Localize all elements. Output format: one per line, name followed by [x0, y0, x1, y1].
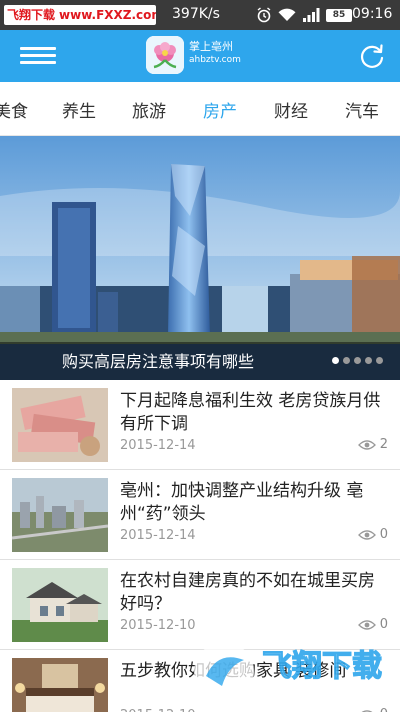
news-list-item[interactable]: 下月起降息福利生效 老房贷族月供有所下调 2015-12-14 2 [0, 380, 400, 470]
tab-health[interactable]: 养生 [62, 97, 96, 122]
signal-icon [303, 8, 320, 22]
battery-icon: 85 [326, 8, 352, 22]
pagination-dot[interactable] [343, 357, 350, 364]
refresh-icon [360, 44, 384, 68]
news-date: 2015-12-10 [120, 618, 196, 633]
tab-food[interactable]: 美食 [0, 97, 28, 122]
refresh-button[interactable] [358, 42, 386, 70]
eye-icon [360, 709, 373, 712]
banner-pagination [332, 357, 383, 364]
news-list-item[interactable]: 亳州：加快调整产业结构升级 亳州“药”领头 2015-12-14 0 [0, 470, 400, 560]
menu-icon-bar [20, 61, 56, 64]
eye-icon [357, 619, 376, 630]
menu-button[interactable] [20, 43, 56, 69]
view-count-value: 0 [379, 527, 388, 542]
app-logo: 掌上亳州 ahbztv.com [146, 36, 256, 76]
pagination-dot[interactable] [332, 357, 339, 364]
site-logo-url: www.FXXZ.com [59, 8, 156, 22]
pagination-dot[interactable] [365, 357, 372, 364]
news-date: 2015-12-14 [120, 528, 196, 543]
featured-banner[interactable]: 购买高层房注意事项有哪些 [0, 136, 400, 380]
news-thumbnail-money [12, 388, 108, 462]
svg-text:飞翔下载: 飞翔下载 [262, 649, 382, 684]
pagination-dot[interactable] [376, 357, 383, 364]
app-logo-title: 掌上亳州 [189, 40, 233, 53]
app-logo-url: ahbztv.com [189, 55, 241, 65]
network-speed: 397K/s [172, 6, 220, 22]
view-count: 0 [357, 527, 388, 542]
eye-icon [357, 439, 376, 450]
news-title: 亳州：加快调整产业结构升级 亳州“药”领头 [120, 481, 364, 524]
view-count: 0 [357, 617, 388, 632]
status-icons: 85 [256, 7, 352, 23]
tab-finance[interactable]: 财经 [274, 97, 308, 122]
tab-real-estate[interactable]: 房产 [203, 97, 237, 122]
status-bar: 飞翔下载 www.FXXZ.com 397K/s 85 09:16 [0, 0, 400, 30]
news-title: 下月起降息福利生效 老房贷族月供有所下调 [120, 391, 381, 434]
news-date: 2015-12-14 [120, 438, 196, 453]
menu-icon-bar [20, 47, 56, 50]
news-thumbnail-bedroom [12, 658, 108, 712]
news-date: 2015-12-10 [120, 708, 196, 712]
alarm-icon [257, 7, 271, 23]
svg-text:www.FXXZ.com: www.FXXZ.com [268, 687, 369, 702]
site-logo-name: 飞翔下载 [7, 8, 56, 22]
site-watermark: 飞翔下载 www.FXXZ.com [188, 636, 398, 708]
view-count-value: 2 [379, 437, 388, 452]
menu-icon-bar [20, 54, 56, 57]
view-count-value: 0 [379, 617, 388, 632]
tab-travel[interactable]: 旅游 [132, 97, 166, 122]
banner-caption: 购买高层房注意事项有哪些 [62, 352, 255, 371]
clock: 09:16 [352, 6, 393, 22]
news-thumbnail-city [12, 478, 108, 552]
view-count: 2 [357, 437, 388, 452]
site-logo-badge: 飞翔下载 www.FXXZ.com [4, 5, 156, 25]
news-title: 在农村自建房真的不如在城里买房好吗？ [120, 571, 375, 614]
peony-logo-icon [146, 36, 184, 74]
news-thumbnail-villa [12, 568, 108, 642]
wifi-icon [278, 8, 296, 21]
app-bar: 掌上亳州 ahbztv.com [0, 30, 400, 82]
tab-auto[interactable]: 汽车 [345, 97, 379, 122]
category-tabs: 美食 养生 旅游 房产 财经 汽车 [0, 82, 400, 136]
eye-icon [357, 529, 376, 540]
pagination-dot[interactable] [354, 357, 361, 364]
